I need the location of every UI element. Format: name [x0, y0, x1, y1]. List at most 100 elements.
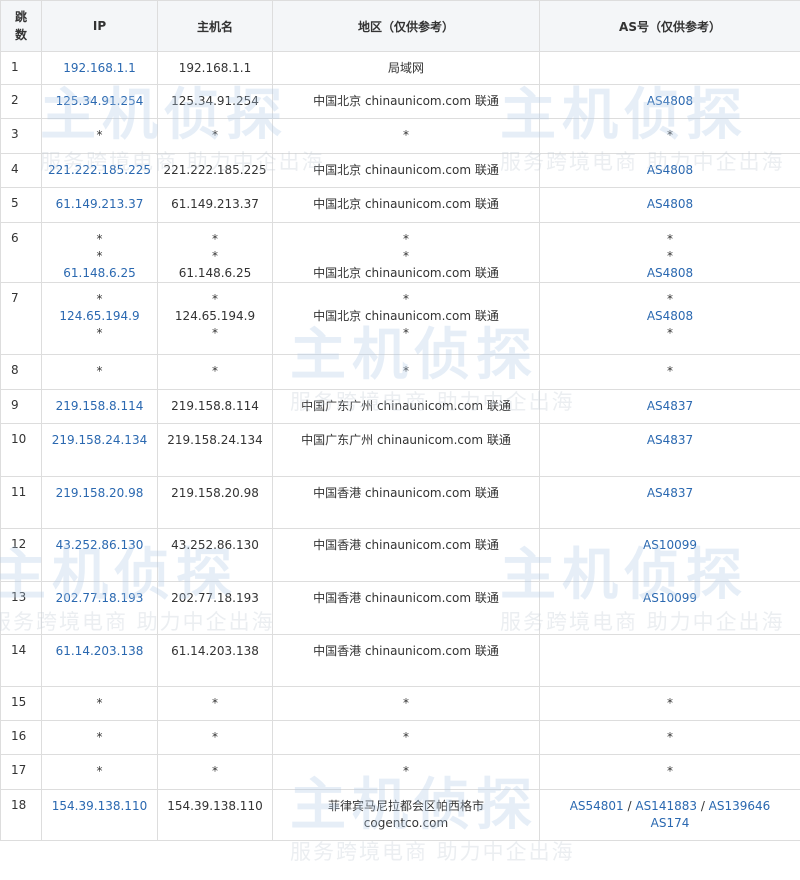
region-cell: 中国广东广州 chinaunicom.com 联通: [273, 424, 540, 477]
ip-timeout: *: [44, 363, 155, 380]
hostname-cell: 192.168.1.1: [158, 52, 273, 85]
hop-cell: 10: [1, 424, 42, 477]
as-link[interactable]: AS4837: [647, 486, 693, 500]
hop-number: 5: [11, 188, 39, 210]
region-text: *: [275, 248, 537, 265]
ip-link[interactable]: 219.158.24.134: [44, 432, 155, 449]
as-line: AS10099: [542, 537, 798, 554]
as-link[interactable]: AS10099: [643, 591, 697, 605]
ip-cell: 221.222.185.225: [42, 154, 158, 188]
as-timeout: *: [667, 364, 673, 378]
ip-link[interactable]: 192.168.1.1: [44, 60, 155, 77]
as-link[interactable]: AS10099: [643, 538, 697, 552]
hostname-text: 61.14.203.138: [160, 643, 270, 660]
hostname-text: 43.252.86.130: [160, 537, 270, 554]
as-timeout: *: [667, 730, 673, 744]
as-line: AS4837: [542, 485, 798, 502]
ip-link[interactable]: 154.39.138.110: [44, 798, 155, 815]
table-row: 561.149.213.3761.149.213.37中国北京 chinauni…: [1, 188, 800, 223]
hostname-text: *: [160, 231, 270, 248]
ip-link[interactable]: 61.148.6.25: [44, 265, 155, 282]
as-link[interactable]: AS141883: [635, 799, 697, 813]
ip-cell: 43.252.86.130: [42, 529, 158, 582]
as-cell: *: [540, 687, 800, 721]
ip-timeout: *: [44, 325, 155, 342]
region-text: *: [275, 231, 537, 248]
hostname-cell: 61.14.203.138: [158, 635, 273, 687]
table-row: 3****: [1, 119, 800, 154]
as-cell: AS4837: [540, 477, 800, 529]
hostname-text: 154.39.138.110: [160, 798, 270, 815]
hostname-cell: *: [158, 119, 273, 154]
as-link[interactable]: AS174: [651, 816, 690, 830]
ip-cell: 192.168.1.1: [42, 52, 158, 85]
as-link[interactable]: AS54801: [570, 799, 624, 813]
as-link[interactable]: AS4808: [647, 266, 693, 280]
table-row: 2125.34.91.254125.34.91.254中国北京 chinauni…: [1, 85, 800, 119]
ip-cell: 219.158.24.134: [42, 424, 158, 477]
ip-link[interactable]: 219.158.20.98: [44, 485, 155, 502]
hop-number: 6: [11, 223, 39, 245]
region-text: 中国北京 chinaunicom.com 联通: [275, 265, 537, 282]
region-text: 中国香港 chinaunicom.com 联通: [275, 590, 537, 607]
as-link[interactable]: AS139646: [709, 799, 771, 813]
as-cell: AS54801 / AS141883 / AS139646AS174: [540, 790, 800, 841]
ip-timeout: *: [44, 231, 155, 248]
region-text: *: [275, 363, 537, 380]
table-row: 10219.158.24.134219.158.24.134中国广东广州 chi…: [1, 424, 800, 477]
as-line: AS4808: [542, 162, 798, 179]
as-separator: /: [624, 799, 636, 813]
region-cell: 中国北京 chinaunicom.com 联通: [273, 85, 540, 119]
ip-link[interactable]: 124.65.194.9: [44, 308, 155, 325]
as-line: AS10099: [542, 590, 798, 607]
hostname-cell: 43.252.86.130: [158, 529, 273, 582]
as-cell: *: [540, 355, 800, 390]
table-row: 6**61.148.6.25**61.148.6.25**中国北京 chinau…: [1, 223, 800, 283]
hostname-cell: *: [158, 721, 273, 755]
header-hostname: 主机名: [158, 1, 273, 52]
as-link[interactable]: AS4808: [647, 309, 693, 323]
ip-cell: 202.77.18.193: [42, 582, 158, 635]
hostname-text: 61.148.6.25: [160, 265, 270, 282]
region-cell: *: [273, 687, 540, 721]
table-row: 15****: [1, 687, 800, 721]
region-text: 中国北京 chinaunicom.com 联通: [275, 196, 537, 213]
hostname-text: *: [160, 729, 270, 746]
region-text: *: [275, 695, 537, 712]
as-line: *: [542, 763, 798, 780]
as-link[interactable]: AS4808: [647, 94, 693, 108]
as-line: *: [542, 127, 798, 144]
hostname-cell: 61.149.213.37: [158, 188, 273, 223]
as-cell: AS4808: [540, 188, 800, 223]
hop-cell: 3: [1, 119, 42, 154]
ip-link[interactable]: 43.252.86.130: [44, 537, 155, 554]
hostname-cell: 154.39.138.110: [158, 790, 273, 841]
table-row: 4221.222.185.225221.222.185.225中国北京 chin…: [1, 154, 800, 188]
ip-link[interactable]: 61.149.213.37: [44, 196, 155, 213]
table-row: 16****: [1, 721, 800, 755]
ip-link[interactable]: 202.77.18.193: [44, 590, 155, 607]
ip-link[interactable]: 125.34.91.254: [44, 93, 155, 110]
hostname-cell: 125.34.91.254: [158, 85, 273, 119]
table-row: 13202.77.18.193202.77.18.193中国香港 chinaun…: [1, 582, 800, 635]
ip-link[interactable]: 219.158.8.114: [44, 398, 155, 415]
hostname-text: *: [160, 325, 270, 342]
table-row: 7*124.65.194.9**124.65.194.9**中国北京 china…: [1, 283, 800, 355]
traceroute-table: 跳 数 IP 主机名 地区（仅供参考） AS号（仅供参考） 1192.168.1…: [0, 0, 800, 841]
as-link[interactable]: AS4837: [647, 433, 693, 447]
ip-link[interactable]: 61.14.203.138: [44, 643, 155, 660]
as-link[interactable]: AS4808: [647, 163, 693, 177]
header-hop: 跳 数: [1, 1, 42, 52]
ip-link[interactable]: 221.222.185.225: [44, 162, 155, 179]
hostname-text: *: [160, 363, 270, 380]
as-timeout: *: [667, 232, 673, 246]
as-link[interactable]: AS4808: [647, 197, 693, 211]
hop-number: 12: [11, 529, 39, 551]
as-line: *: [542, 231, 798, 248]
as-link[interactable]: AS4837: [647, 399, 693, 413]
region-cell: 菲律宾马尼拉都会区帕西格市cogentco.com: [273, 790, 540, 841]
hop-cell: 2: [1, 85, 42, 119]
table-row: 1243.252.86.13043.252.86.130中国香港 chinaun…: [1, 529, 800, 582]
as-cell: **AS4808: [540, 223, 800, 283]
as-timeout: *: [667, 764, 673, 778]
